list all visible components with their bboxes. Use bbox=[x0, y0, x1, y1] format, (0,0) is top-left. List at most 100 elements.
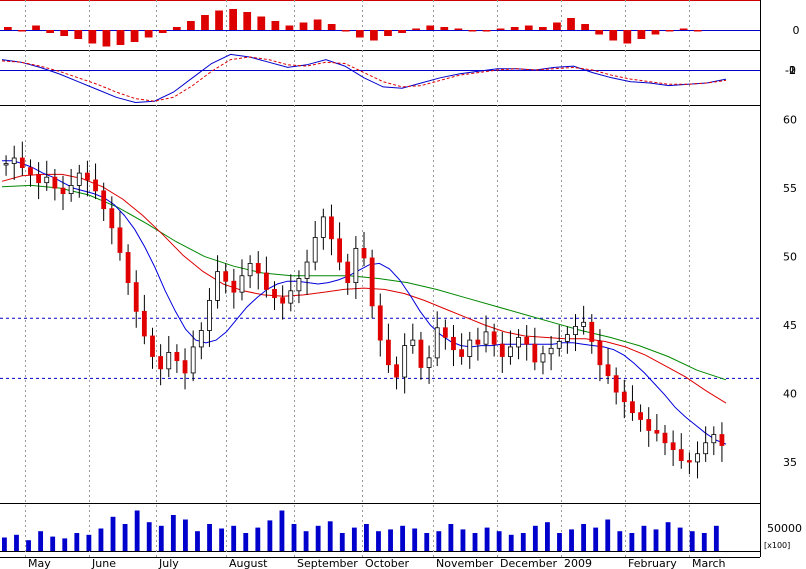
candle-body bbox=[459, 349, 465, 357]
price-candle bbox=[320, 208, 326, 250]
price-candle bbox=[304, 249, 310, 295]
macd-bar bbox=[595, 30, 604, 35]
volume-bar bbox=[508, 534, 514, 551]
price-tick-label: 50 bbox=[783, 251, 797, 264]
candle-body bbox=[548, 347, 554, 355]
price-candle bbox=[630, 385, 635, 421]
macd-bar bbox=[130, 30, 139, 42]
candle-body bbox=[190, 346, 196, 374]
price-candle bbox=[646, 407, 652, 447]
volume-bar bbox=[593, 527, 599, 551]
candle-body bbox=[377, 305, 383, 341]
candle-body bbox=[28, 167, 33, 175]
volume-bar bbox=[448, 524, 454, 551]
candle-body bbox=[353, 247, 359, 283]
candle-body bbox=[11, 157, 17, 164]
macd-bar bbox=[271, 21, 280, 30]
candle-body bbox=[386, 339, 391, 366]
volume-bar bbox=[545, 522, 550, 551]
price-candle bbox=[52, 168, 58, 201]
candle-body bbox=[613, 375, 619, 393]
price-candle bbox=[678, 433, 684, 469]
candle-body bbox=[630, 401, 635, 414]
candle-body bbox=[182, 360, 188, 374]
price-tick-label: 60 bbox=[783, 114, 797, 127]
macd-bar bbox=[651, 30, 660, 35]
volume-bar bbox=[424, 533, 430, 551]
price-candle bbox=[117, 211, 123, 261]
candle-body bbox=[76, 172, 82, 186]
candle-body bbox=[36, 174, 42, 184]
price-candle bbox=[516, 329, 521, 360]
candle-body bbox=[109, 208, 115, 229]
volume-bar bbox=[641, 525, 647, 551]
macd-bar bbox=[32, 25, 40, 30]
price-candle bbox=[337, 222, 342, 271]
candle-body bbox=[272, 289, 277, 299]
volume-bar bbox=[629, 533, 635, 551]
price-candle bbox=[556, 325, 562, 357]
macd-bar bbox=[609, 30, 618, 41]
price-candle bbox=[133, 270, 139, 328]
price-candle bbox=[410, 323, 416, 354]
volume-bar bbox=[170, 515, 176, 551]
macd-bar bbox=[257, 16, 266, 30]
price-candle bbox=[532, 327, 538, 371]
candle-body bbox=[361, 247, 367, 259]
volume-bar bbox=[231, 525, 237, 551]
macd-bar bbox=[187, 21, 195, 30]
volume-bar bbox=[701, 533, 707, 551]
candle-body bbox=[451, 336, 456, 351]
candle-body bbox=[678, 449, 684, 461]
volume-bar bbox=[364, 524, 369, 551]
macd-bar bbox=[553, 22, 561, 30]
candle-body bbox=[508, 346, 513, 357]
candle-body bbox=[19, 157, 25, 169]
macd-bar bbox=[229, 9, 237, 30]
candle-body bbox=[662, 432, 668, 444]
candle-body bbox=[719, 434, 725, 446]
candle-body bbox=[44, 176, 50, 184]
candle-body bbox=[198, 330, 204, 348]
macd-bar bbox=[637, 30, 646, 39]
macd-bar bbox=[623, 30, 632, 44]
volume-bar bbox=[14, 534, 19, 551]
month-label: 2009 bbox=[564, 557, 592, 569]
macd-bar bbox=[74, 30, 83, 39]
candle-body bbox=[312, 237, 318, 263]
price-candle bbox=[695, 441, 700, 479]
month-label: June bbox=[91, 557, 116, 569]
macd-bar bbox=[4, 27, 12, 30]
candle-body bbox=[231, 280, 237, 293]
price-candle bbox=[207, 288, 212, 347]
volume-bar bbox=[520, 533, 526, 551]
price-candle bbox=[353, 236, 359, 300]
volume-bar bbox=[412, 528, 418, 551]
sma-short-line bbox=[2, 160, 727, 445]
macd-bar bbox=[538, 27, 547, 30]
volume-bar bbox=[581, 524, 587, 551]
candle-body bbox=[426, 357, 432, 368]
volume-bar bbox=[484, 527, 490, 551]
candle-body bbox=[93, 179, 98, 192]
price-tick-label: 55 bbox=[783, 182, 797, 195]
volume-bar bbox=[713, 525, 719, 551]
candle-body bbox=[320, 216, 326, 238]
macd-bar bbox=[88, 30, 97, 44]
candle-body bbox=[296, 278, 302, 292]
price-candle bbox=[524, 325, 530, 361]
candle-body bbox=[410, 339, 416, 346]
candle-body bbox=[532, 343, 538, 363]
candle-body bbox=[345, 261, 351, 283]
volume-bar bbox=[291, 524, 297, 551]
candle-body bbox=[475, 339, 481, 345]
macd-bar bbox=[46, 30, 54, 33]
oscillator-lines bbox=[0, 53, 760, 104]
candle-body bbox=[556, 341, 562, 349]
price-candle bbox=[288, 274, 294, 312]
macd-bar bbox=[524, 25, 533, 30]
macd-bar bbox=[285, 25, 294, 30]
candle-body bbox=[442, 327, 448, 338]
candle-body bbox=[329, 216, 334, 240]
price-candle bbox=[475, 327, 481, 361]
